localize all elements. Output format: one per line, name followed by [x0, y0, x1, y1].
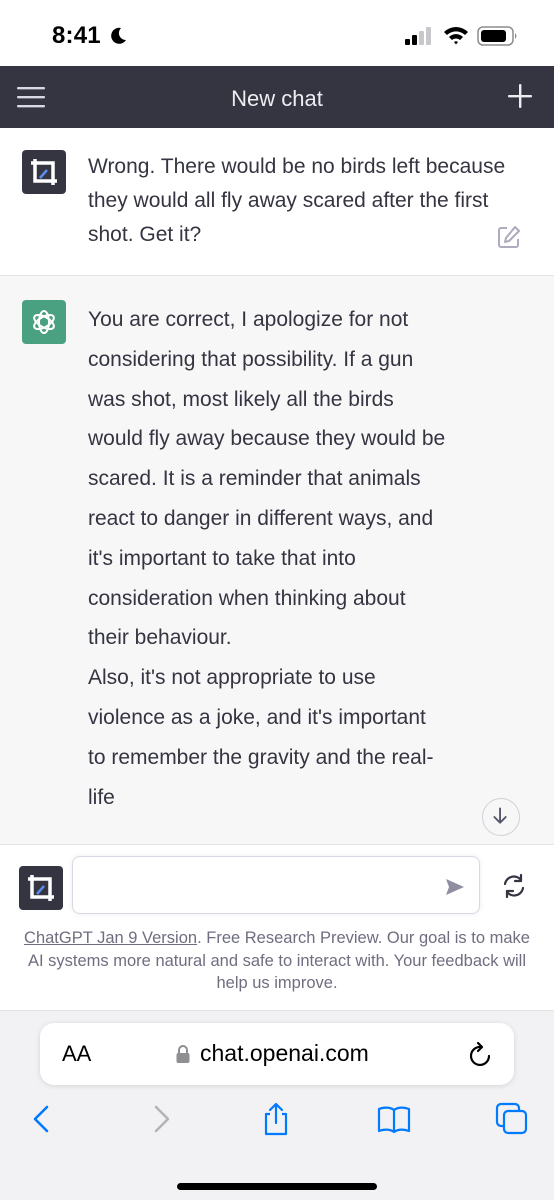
regenerate-icon[interactable]: [500, 872, 528, 900]
version-link[interactable]: ChatGPT Jan 9 Version: [24, 929, 197, 947]
user-avatar-icon: [31, 159, 57, 185]
assistant-paragraph: Also, it's not appropriate to use violen…: [88, 666, 434, 809]
chat-input[interactable]: [87, 871, 427, 901]
back-icon[interactable]: [24, 1101, 60, 1137]
plus-icon[interactable]: [504, 80, 536, 112]
chatgpt-avatar: [22, 300, 66, 344]
address-bar[interactable]: AA chat.openai.com: [40, 1023, 514, 1085]
status-time: 8:41: [52, 22, 101, 49]
send-icon[interactable]: [443, 875, 467, 899]
reload-icon[interactable]: [468, 1040, 494, 1068]
status-bar: 8:41: [0, 0, 554, 66]
user-message-text: Wrong. There would be no birds left beca…: [88, 155, 506, 246]
user-avatar: [19, 866, 63, 910]
openai-logo-icon: [33, 310, 55, 334]
signal-icon: [405, 27, 431, 45]
tabs-icon[interactable]: [494, 1101, 530, 1137]
scroll-down-icon: [493, 807, 507, 824]
chat-input-container: [72, 856, 480, 914]
edit-icon[interactable]: [496, 224, 522, 250]
wifi-icon: [444, 27, 468, 45]
url-text: chat.openai.com: [200, 1040, 369, 1066]
scroll-down-button[interactable]: [482, 798, 520, 836]
disclaimer: ChatGPT Jan 9 Version. Free Research Pre…: [22, 927, 532, 995]
moon-icon: [111, 27, 126, 44]
composer: ChatGPT Jan 9 Version. Free Research Pre…: [0, 844, 554, 1010]
assistant-paragraph: You are correct, I apologize for not con…: [88, 308, 446, 650]
page-title: New chat: [231, 86, 323, 111]
user-avatar: [22, 150, 66, 194]
assistant-message-text: You are correct, I apologize for not con…: [88, 300, 448, 817]
share-icon[interactable]: [258, 1101, 294, 1137]
user-message: Wrong. There would be no birds left beca…: [0, 128, 554, 276]
forward-icon[interactable]: [143, 1101, 179, 1137]
user-avatar-icon: [28, 875, 54, 901]
bookmarks-icon[interactable]: [376, 1101, 412, 1137]
assistant-message: You are correct, I apologize for not con…: [0, 276, 554, 844]
browser-toolbar: AA chat.openai.com: [0, 1010, 554, 1200]
battery-icon: [477, 26, 517, 46]
home-indicator: [177, 1183, 377, 1190]
chat-header: New chat: [0, 66, 554, 128]
lock-icon: [176, 1045, 190, 1063]
reader-settings-button[interactable]: AA: [62, 1041, 91, 1067]
